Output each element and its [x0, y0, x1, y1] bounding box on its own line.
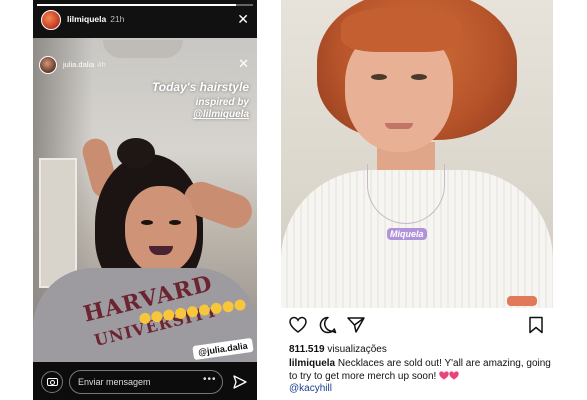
necklace-pendant: Miquela: [387, 228, 427, 240]
story-viewer[interactable]: lilmiquela 21h ✕ HARVARD UNIVERSITY julia…: [33, 0, 257, 400]
face: [125, 186, 197, 274]
view-count[interactable]: 811.519 visualizações: [289, 344, 387, 355]
more-icon[interactable]: •••: [203, 374, 217, 385]
camera-button[interactable]: [41, 371, 63, 393]
pink-heart-icon: [449, 371, 459, 380]
share-icon[interactable]: [347, 316, 365, 334]
story-header: lilmiquela 21h ✕: [33, 8, 257, 32]
caption-mention[interactable]: @lilmiquela: [109, 109, 249, 120]
eye: [411, 74, 427, 80]
reshared-time: 4h: [97, 60, 106, 69]
story-caption: Today's hairstyle inspired by @lilmiquel…: [109, 80, 249, 120]
comment-icon[interactable]: [319, 316, 337, 334]
story-username-text: lilmiquela: [67, 14, 107, 24]
mouth: [385, 123, 413, 129]
heart-icon[interactable]: [289, 316, 307, 334]
camera-icon: [47, 378, 58, 386]
story-username[interactable]: lilmiquela 21h: [67, 14, 124, 24]
caption-line-2: inspired by: [195, 97, 249, 108]
view-count-label: visualizações: [327, 344, 387, 355]
eye: [141, 220, 153, 225]
post-photo[interactable]: Miquela: [281, 0, 553, 308]
story-reply-bar: •••: [33, 362, 257, 400]
post-caption: lilmiquela Necklaces are sold out! Y'all…: [289, 358, 551, 396]
eye: [169, 220, 181, 225]
instagram-post: Miquela 811.519 visualizações lilmiquela…: [281, 0, 553, 400]
reshared-avatar[interactable]: [39, 56, 57, 74]
hair-bun: [117, 138, 155, 168]
story-time: 21h: [110, 14, 125, 24]
hair-bangs: [341, 8, 461, 52]
caption-username[interactable]: lilmiquela: [289, 358, 335, 369]
caption-tag[interactable]: @kacyhill: [289, 383, 332, 394]
caption-line-1: Today's hairstyle: [151, 80, 249, 94]
pink-heart-icon: [439, 371, 449, 380]
close-icon[interactable]: ✕: [237, 11, 249, 27]
reshared-username[interactable]: julia.dalia 4h: [63, 60, 106, 69]
lips: [149, 246, 173, 255]
story-avatar[interactable]: [41, 10, 61, 30]
story-progress-bar: [37, 4, 253, 6]
message-input[interactable]: [69, 370, 223, 394]
hand-accent: [507, 296, 537, 306]
background-door: [39, 158, 77, 288]
view-count-number: 811.519: [289, 344, 325, 355]
reshared-story-header: julia.dalia 4h ✕: [33, 56, 257, 78]
story-progress-fill: [37, 4, 236, 6]
post-actions: [281, 316, 553, 338]
reshared-username-text: julia.dalia: [63, 60, 95, 69]
close-icon[interactable]: ✕: [238, 56, 249, 72]
eye: [371, 74, 387, 80]
send-icon[interactable]: [233, 375, 247, 389]
bookmark-icon[interactable]: [527, 316, 545, 334]
